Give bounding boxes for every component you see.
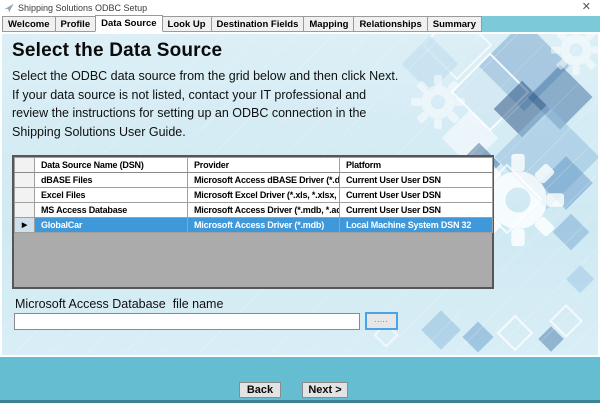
instructions-line: If your data source is not listed, conta… (12, 87, 367, 102)
app-icon (4, 3, 14, 12)
row-selector[interactable] (14, 187, 35, 203)
tab-destination-fields[interactable]: Destination Fields (210, 16, 305, 32)
cell-dsn[interactable]: MS Access Database (34, 202, 188, 218)
close-icon[interactable]: ✕ (582, 0, 591, 14)
column-header-platform[interactable]: Platform (339, 157, 493, 173)
cell-provider[interactable]: Microsoft Excel Driver (*.xls, *.xlsx, *… (187, 187, 340, 203)
gear-icon (411, 75, 465, 129)
tab-profile[interactable]: Profile (54, 16, 97, 32)
content-panel: Select the Data Source Select the ODBC d… (0, 32, 600, 357)
instructions-line: Shipping Solutions User Guide. (12, 124, 186, 139)
data-source-grid: Data Source Name (DSN) Provider Platform… (12, 155, 494, 289)
tab-mapping[interactable]: Mapping (303, 16, 355, 32)
odbc-setup-window: Shipping Solutions ODBC Setup ✕ Welcome … (0, 0, 600, 403)
window-title: Shipping Solutions ODBC Setup (18, 2, 148, 13)
column-header-dsn[interactable]: Data Source Name (DSN) (34, 157, 188, 173)
row-selector[interactable] (14, 202, 35, 218)
row-selector-header (14, 157, 35, 173)
row-selector[interactable] (14, 172, 35, 188)
table-row-selected[interactable]: ▶ GlobalCar Microsoft Access Driver (*.m… (14, 217, 493, 233)
page-title: Select the Data Source (12, 40, 223, 61)
file-name-label: Microsoft Access Database file name (15, 297, 224, 311)
tab-welcome[interactable]: Welcome (2, 16, 56, 32)
file-name-input[interactable] (14, 313, 360, 330)
tab-data-source[interactable]: Data Source (95, 15, 163, 32)
instructions-text: Select the ODBC data source from the gri… (12, 67, 398, 141)
footer-bar: Back Next > (0, 357, 600, 403)
cell-dsn[interactable]: dBASE Files (34, 172, 188, 188)
column-header-provider[interactable]: Provider (187, 157, 340, 173)
back-button[interactable]: Back (239, 382, 281, 398)
table-row[interactable]: dBASE Files Microsoft Access dBASE Drive… (14, 172, 493, 188)
cell-provider[interactable]: Microsoft Access Driver (*.mdb, *.acc... (187, 202, 340, 218)
tab-look-up[interactable]: Look Up (161, 16, 212, 32)
tab-strip: Welcome Profile Data Source Look Up Dest… (0, 15, 600, 32)
cell-platform[interactable]: Current User User DSN (339, 172, 493, 188)
grid-header-row: Data Source Name (DSN) Provider Platform (14, 157, 493, 173)
gear-icon (551, 34, 598, 75)
selected-row-marker-icon[interactable]: ▶ (14, 217, 35, 233)
tab-summary[interactable]: Summary (426, 16, 483, 32)
cell-platform[interactable]: Current User User DSN (339, 202, 493, 218)
instructions-line: Select the ODBC data source from the gri… (12, 69, 399, 83)
tab-strip-filler (482, 16, 600, 32)
cell-provider[interactable]: Microsoft Access Driver (*.mdb) (187, 217, 340, 233)
instructions-line: review the instructions for setting up a… (12, 106, 367, 120)
cell-provider[interactable]: Microsoft Access dBASE Driver (*.dbf... (187, 172, 340, 188)
table-row[interactable]: Excel Files Microsoft Excel Driver (*.xl… (14, 187, 493, 203)
table-row[interactable]: MS Access Database Microsoft Access Driv… (14, 202, 493, 218)
cell-platform[interactable]: Local Machine System DSN 32 (339, 217, 493, 233)
title-bar: Shipping Solutions ODBC Setup ✕ (0, 0, 600, 15)
next-button[interactable]: Next > (302, 382, 348, 398)
tab-relationships[interactable]: Relationships (353, 16, 428, 32)
cell-dsn[interactable]: Excel Files (34, 187, 188, 203)
cell-dsn[interactable]: GlobalCar (34, 217, 188, 233)
cell-platform[interactable]: Current User User DSN (339, 187, 493, 203)
browse-button[interactable]: ..... (365, 312, 398, 330)
